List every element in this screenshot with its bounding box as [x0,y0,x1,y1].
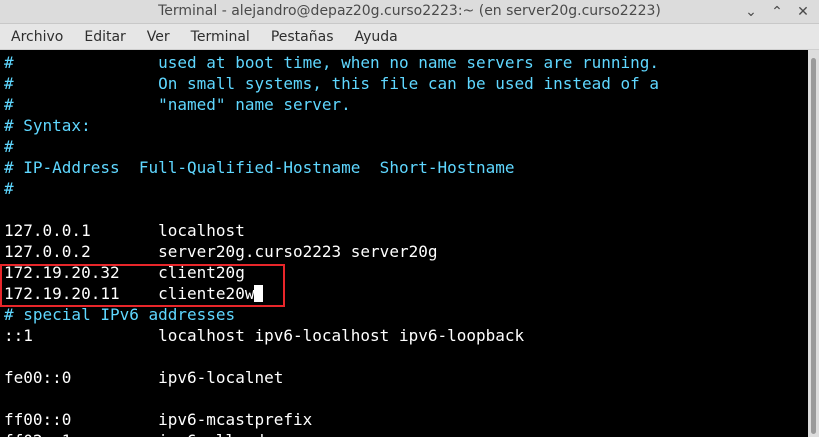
menu-pestanas[interactable]: Pestañas [260,29,344,45]
menu-ver[interactable]: Ver [136,29,180,45]
terminal-line-text: # [4,137,14,156]
terminal-line-text: fe00::0 ipv6-localnet [4,368,284,387]
terminal-line: 127.0.0.2 server20g.curso2223 server20g [4,241,437,262]
terminal-line-text: # [4,179,14,198]
terminal-line: # "named" name server. [4,94,351,115]
menu-archivo[interactable]: Archivo [0,29,73,45]
terminal-line-text: 127.0.0.2 server20g.curso2223 server20g [4,242,438,261]
terminal-line-text: 127.0.0.1 localhost [4,221,245,240]
terminal-line-text: # IP-Address Full-Qualified-Hostname Sho… [4,158,515,177]
terminal-line: # [4,136,14,157]
menu-ayuda[interactable]: Ayuda [344,29,408,45]
terminal-line: # [4,178,14,199]
terminal-line: # Syntax: [4,115,91,136]
highlight-box [0,264,285,307]
window-controls: ⌄ ⌃ ✕ [741,2,813,22]
maximize-button[interactable]: ⌃ [767,2,787,22]
terminal-line: # used at boot time, when no name server… [4,52,659,73]
minimize-button[interactable]: ⌄ [741,2,761,22]
terminal-line: fe00::0 ipv6-localnet [4,367,283,388]
close-button[interactable]: ✕ [793,2,813,22]
terminal-line-text: # used at boot time, when no name server… [4,53,660,72]
terminal-line-text: ff00::0 ipv6-mcastprefix [4,410,313,429]
terminal-line-text: # On small systems, this file can be use… [4,74,660,93]
terminal-line: ::1 localhost ipv6-localhost ipv6-loopba… [4,325,524,346]
terminal-line: # IP-Address Full-Qualified-Hostname Sho… [4,157,515,178]
scrollbar[interactable] [808,50,819,437]
terminal-line: # On small systems, this file can be use… [4,73,659,94]
terminal-line-text: ff02::1 ipv6-allnodes [4,431,283,437]
terminal-line-text: ::1 localhost ipv6-localhost ipv6-loopba… [4,326,525,345]
terminal-line: ff02::1 ipv6-allnodes [4,430,283,437]
terminal-line: 127.0.0.1 localhost [4,220,245,241]
terminal-output[interactable]: ff02::1 ipv6-allnodes ff00::0 ipv6-mcastp… [0,50,808,437]
terminal-line: ff00::0 ipv6-mcastprefix [4,409,312,430]
menu-bar: Archivo Editar Ver Terminal Pestañas Ayu… [0,24,819,50]
window-title: Terminal - alejandro@depaz20g.curso2223:… [158,3,661,19]
menu-editar[interactable]: Editar [73,29,135,45]
menu-terminal[interactable]: Terminal [180,29,260,45]
title-bar: Terminal - alejandro@depaz20g.curso2223:… [0,0,819,24]
terminal-line-text: # special IPv6 addresses [4,305,236,324]
terminal-line: # special IPv6 addresses [4,304,235,325]
terminal-line-text: # "named" name server. [4,95,351,114]
scrollbar-thumb[interactable] [811,58,816,434]
terminal-line-text: # Syntax: [4,116,91,135]
